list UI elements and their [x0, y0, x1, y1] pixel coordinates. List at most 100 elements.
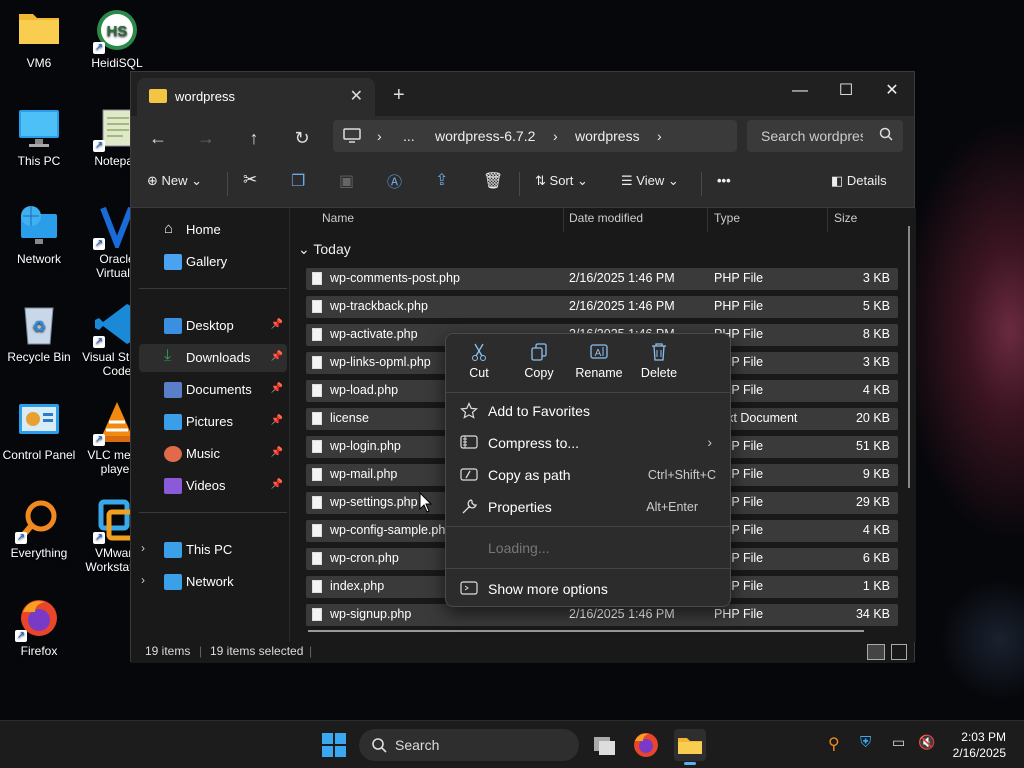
vertical-scrollbar[interactable] [908, 226, 910, 488]
menu-item-copy-as-path[interactable]: Copy as path Ctrl+Shift+C [450, 460, 726, 490]
rename-action[interactable]: A Rename [570, 342, 628, 380]
desktop-icon-this-pc[interactable]: This PC [0, 106, 78, 168]
command-bar: ⊕ New ⌄ ✂ ❐ ▣ Ⓐ ⇪ 🗑 ⇅ Sort ⌄ ☰ View ⌄ ••… [131, 160, 914, 208]
breadcrumb-overflow[interactable]: ... [403, 128, 415, 144]
pin-icon[interactable]: 📌 [271, 319, 283, 330]
pin-icon[interactable]: 📌 [271, 351, 283, 362]
view-button[interactable]: ☰ View ⌄ [621, 173, 679, 189]
file-icon [312, 552, 322, 565]
file-explorer-taskbar-icon[interactable] [674, 729, 706, 765]
up-arrow-icon[interactable]: ↑ [239, 125, 269, 151]
close-button[interactable]: ✕ [869, 76, 915, 106]
taskbar-search[interactable]: Search [359, 729, 579, 761]
share-icon[interactable]: ⇪ [435, 170, 448, 190]
file-row[interactable]: wp-comments-post.php 2/16/2025 1:46 PM PHP… [306, 268, 898, 290]
back-arrow-icon[interactable]: ← [143, 125, 173, 151]
menu-item-show-more-options[interactable]: Show more options [450, 574, 726, 604]
chevron-right-icon[interactable]: › [141, 541, 145, 555]
maximize-button[interactable]: ☐ [823, 76, 869, 106]
nav-item-network[interactable]: › Network [139, 568, 287, 596]
documents-icon [164, 382, 182, 398]
file-row[interactable]: wp-signup.php 2/16/2025 1:46 PM PHP File 34… [306, 604, 898, 626]
column-header-type[interactable]: Type [714, 211, 740, 225]
file-name: wp-settings.php [330, 495, 418, 509]
group-header[interactable]: ⌄ Today [298, 241, 351, 258]
cut-icon[interactable]: ✂ [243, 170, 257, 190]
file-row[interactable]: wp-trackback.php 2/16/2025 1:46 PM PHP Fil… [306, 296, 898, 318]
nav-item-home[interactable]: ⌂ Home [139, 216, 287, 244]
desktop-icon-recycle-bin[interactable]: ♻ Recycle Bin [0, 302, 78, 364]
chevron-right-icon[interactable]: › [141, 573, 145, 587]
new-tab-button[interactable]: + [393, 84, 405, 107]
plus-circle-icon: ⊕ [147, 173, 158, 188]
nav-item-videos[interactable]: Videos 📌 [139, 472, 287, 500]
heidisql-icon: HS ↗ [93, 8, 139, 54]
minimize-button[interactable]: — [777, 76, 823, 106]
close-tab-icon[interactable]: ✕ [350, 86, 363, 106]
sort-button[interactable]: ⇅ Sort ⌄ [535, 173, 588, 189]
menu-item-add-to-favorites[interactable]: Add to Favorites [450, 396, 726, 426]
title-bar[interactable]: wordpress ✕ + — ☐ ✕ [131, 72, 914, 116]
tab-wordpress[interactable]: wordpress ✕ [137, 78, 375, 116]
delete-icon[interactable]: 🗑 [483, 171, 503, 191]
task-view-icon[interactable] [588, 729, 620, 761]
properties-icon [460, 498, 480, 516]
start-button[interactable] [318, 729, 350, 761]
pin-icon[interactable]: 📌 [271, 415, 283, 426]
nav-item-desktop[interactable]: Desktop 📌 [139, 312, 287, 340]
copy-action[interactable]: Copy [510, 342, 568, 380]
breadcrumb[interactable]: wordpress-6.7.2 [435, 128, 535, 144]
address-row: ← → ↑ ↻ › ... wordpress-6.7.2 › wordpres… [131, 116, 914, 160]
pin-icon[interactable]: 📌 [271, 383, 283, 394]
file-size: 34 KB [855, 607, 890, 621]
desktop-icon-control-panel[interactable]: Control Panel [0, 400, 78, 462]
copy-icon[interactable]: ❐ [291, 171, 305, 191]
rename-icon: A [570, 342, 628, 364]
address-bar[interactable]: › ... wordpress-6.7.2 › wordpress › [333, 120, 737, 152]
nav-item-music[interactable]: Music 📌 [139, 440, 287, 468]
file-size: 9 KB [862, 467, 890, 481]
rename-icon[interactable]: Ⓐ [387, 171, 402, 192]
new-button[interactable]: ⊕ New ⌄ [147, 173, 202, 189]
volume-muted-icon[interactable]: 🔇 [918, 734, 935, 751]
more-options-button[interactable]: ••• [717, 173, 731, 188]
horizontal-scrollbar[interactable] [308, 630, 864, 632]
cut-action[interactable]: Cut [450, 342, 508, 380]
file-size: 1 KB [862, 579, 890, 593]
breadcrumb[interactable]: wordpress [575, 128, 640, 144]
tiles-view-icon[interactable] [891, 644, 907, 660]
desktop-icon-network[interactable]: Network [0, 204, 78, 266]
desktop-icon-firefox[interactable]: ↗ Firefox [0, 596, 78, 658]
menu-item-compress-to[interactable]: Compress to... › [450, 428, 726, 458]
details-button[interactable]: ◧ Details [831, 173, 887, 189]
desktop-icon-everything[interactable]: ↗ Everything [0, 498, 78, 560]
security-tray-icon[interactable]: ⛨ [860, 734, 871, 751]
file-date: 2/16/2025 1:46 PM [569, 607, 675, 621]
column-header-size[interactable]: Size [834, 211, 857, 225]
delete-action[interactable]: Delete [630, 342, 688, 380]
column-header-date[interactable]: Date modified [569, 211, 643, 225]
refresh-icon[interactable]: ↻ [287, 125, 317, 151]
file-icon [312, 384, 322, 397]
nav-item-documents[interactable]: Documents 📌 [139, 376, 287, 404]
everything-tray-icon[interactable]: ⚲ [828, 734, 840, 754]
details-view-icon[interactable] [867, 644, 885, 660]
pin-icon[interactable]: 📌 [271, 447, 283, 458]
paste-icon[interactable]: ▣ [339, 171, 354, 191]
desktop-icon-heidisql[interactable]: HS ↗ HeidiSQL [78, 8, 156, 70]
nav-item-this-pc[interactable]: › This PC [139, 536, 287, 564]
svg-text:♻: ♻ [32, 319, 46, 336]
nav-item-gallery[interactable]: Gallery [139, 248, 287, 276]
network-tray-icon[interactable]: ▭ [892, 734, 905, 751]
column-header-name[interactable]: Name [322, 211, 354, 225]
forward-arrow-icon[interactable]: → [191, 125, 221, 151]
search-input[interactable]: Search wordpress [747, 120, 903, 152]
desktop-icon-vm6[interactable]: VM6 [0, 8, 78, 70]
menu-item-properties[interactable]: Properties Alt+Enter [450, 492, 726, 522]
pin-icon[interactable]: 📌 [271, 479, 283, 490]
nav-item-downloads[interactable]: ⤓ Downloads 📌 [139, 344, 287, 372]
nav-item-pictures[interactable]: Pictures 📌 [139, 408, 287, 436]
chevron-right-icon: › [377, 128, 382, 144]
firefox-taskbar-icon[interactable] [630, 729, 662, 761]
clock[interactable]: 2:03 PM 2/16/2025 [953, 729, 1006, 761]
